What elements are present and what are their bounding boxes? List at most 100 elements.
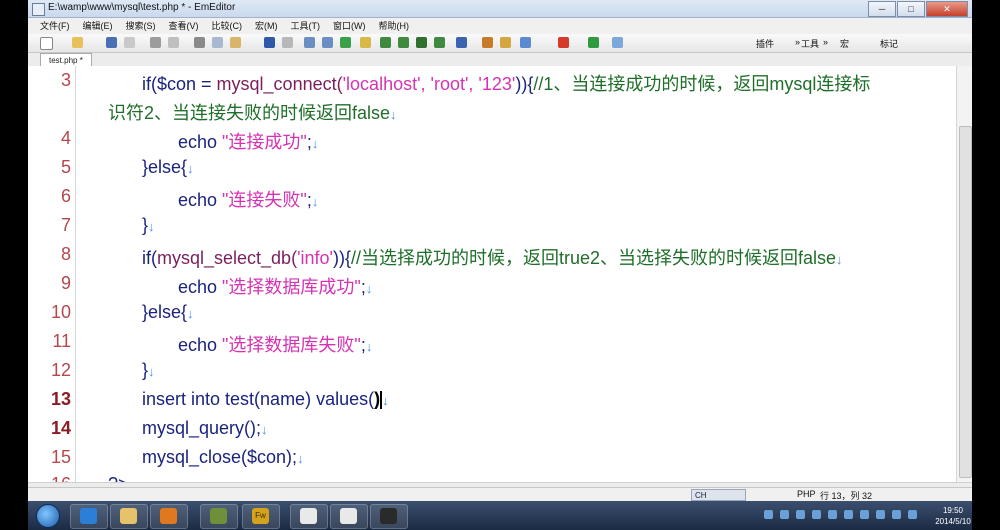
open-folder-icon[interactable] <box>72 37 83 48</box>
vertical-scrollbar[interactable] <box>956 66 972 482</box>
print-preview-icon[interactable] <box>168 37 179 48</box>
toolbar-tools[interactable]: 工具 <box>801 37 819 50</box>
code-line-16[interactable]: ?> <box>108 474 129 482</box>
save-all-icon[interactable] <box>124 37 135 48</box>
line-number: 7 <box>60 215 71 235</box>
code-line-15[interactable]: mysql_close($con);↓ <box>142 447 304 468</box>
code-line-6[interactable]: echo "连接失败";↓ <box>178 186 318 212</box>
view-mode-3-icon[interactable] <box>416 37 427 48</box>
app-icon[interactable] <box>32 3 45 16</box>
clock[interactable]: 19:50 2014/5/10 <box>933 505 973 527</box>
save-icon[interactable] <box>106 37 117 48</box>
view-mode-4-icon[interactable] <box>434 37 445 48</box>
code-line-12[interactable]: }↓ <box>142 360 155 381</box>
eol-mark: ↓ <box>261 422 268 437</box>
code-line-5[interactable]: }else{↓ <box>142 157 194 178</box>
menu-edit[interactable]: 编辑(E) <box>83 18 113 34</box>
code-line-10[interactable]: }else{↓ <box>142 302 194 323</box>
tray-icon[interactable] <box>796 510 805 519</box>
menu-compare[interactable]: 比较(C) <box>212 18 243 34</box>
line-number: 10 <box>50 302 71 322</box>
run-macro-icon[interactable] <box>588 37 599 48</box>
view-mode-2-icon[interactable] <box>398 37 409 48</box>
taskbar-media-player[interactable] <box>150 504 188 529</box>
highlight-icon[interactable] <box>360 37 371 48</box>
toolbar-overflow-tools[interactable]: » <box>823 37 828 47</box>
line-number: 11 <box>52 331 71 351</box>
line-number: 14 <box>50 418 71 438</box>
code-line-13[interactable]: insert into test(name) values() ↓ <box>142 389 389 410</box>
view-mode-1-icon[interactable] <box>380 37 391 48</box>
toolbar-bookmark[interactable]: 标记 <box>880 37 898 50</box>
redo-icon[interactable] <box>282 37 293 48</box>
taskbar-ie[interactable] <box>70 504 108 529</box>
find-next-icon[interactable] <box>322 37 333 48</box>
properties-icon[interactable] <box>500 37 511 48</box>
toolbar-plugins[interactable]: 插件 <box>756 37 774 50</box>
tray-icon[interactable] <box>892 510 901 519</box>
new-file-icon[interactable] <box>40 37 53 50</box>
code-line-7[interactable]: }↓ <box>142 215 155 236</box>
windows-taskbar: Fw 19:50 2014/5/10 <box>28 501 972 530</box>
maximize-button[interactable]: □ <box>897 1 925 17</box>
taskbar-fireworks[interactable]: Fw <box>242 504 280 529</box>
menu-help[interactable]: 帮助(H) <box>379 18 410 34</box>
menu-file[interactable]: 文件(F) <box>40 18 70 34</box>
code-line-3[interactable]: if($con = mysql_connect('localhost', 'ro… <box>142 70 870 96</box>
code-line-4[interactable]: echo "连接成功";↓ <box>178 128 318 154</box>
tray-icon[interactable] <box>828 510 837 519</box>
close-button[interactable]: ✕ <box>926 1 968 17</box>
folder-icon <box>120 508 137 524</box>
taskbar-explorer[interactable] <box>110 504 148 529</box>
minimize-button[interactable]: ─ <box>868 1 896 17</box>
menu-search[interactable]: 搜索(S) <box>126 18 156 34</box>
menu-view[interactable]: 查看(V) <box>169 18 199 34</box>
menu-bar: 文件(F) 编辑(E) 搜索(S) 查看(V) 比较(C) 宏(M) 工具(T)… <box>28 18 972 34</box>
status-mode[interactable]: PHP <box>797 489 816 499</box>
code-line-11[interactable]: echo "选择数据库失败";↓ <box>178 331 372 357</box>
macro-record-icon[interactable] <box>520 37 531 48</box>
find-icon[interactable] <box>304 37 315 48</box>
paste-icon[interactable] <box>230 37 241 48</box>
line-number: 15 <box>50 447 71 467</box>
title-bar[interactable]: E:\wamp\www\mysql\test.php * - EmEditor … <box>28 0 972 18</box>
tray-icon[interactable] <box>876 510 885 519</box>
network-icon[interactable] <box>844 510 853 519</box>
tray-icon[interactable] <box>780 510 789 519</box>
volume-icon[interactable] <box>860 510 869 519</box>
toolbar-overflow-plugins[interactable]: » <box>795 37 800 47</box>
taskbar-app-dark[interactable] <box>370 504 408 529</box>
eol-mark: ↓ <box>297 451 304 466</box>
code-line-9[interactable]: echo "选择数据库成功";↓ <box>178 273 372 299</box>
scrollbar-thumb[interactable] <box>959 126 972 478</box>
stop-icon[interactable] <box>558 37 569 48</box>
menu-window[interactable]: 窗口(W) <box>333 18 366 34</box>
copy-icon[interactable] <box>212 37 223 48</box>
undo-icon[interactable] <box>264 37 275 48</box>
code-line-8[interactable]: if(mysql_select_db('info')){//当选择成功的时候，返… <box>142 244 843 270</box>
menu-tools[interactable]: 工具(T) <box>291 18 321 34</box>
line-number: 8 <box>60 244 71 264</box>
code-editor[interactable]: 3 4 5 6 7 8 9 10 11 12 13 14 15 16 if($c… <box>28 66 956 482</box>
config-icon[interactable] <box>482 37 493 48</box>
cut-icon[interactable] <box>194 37 205 48</box>
tray-icon[interactable] <box>908 510 917 519</box>
print-icon[interactable] <box>150 37 161 48</box>
taskbar-editor-2[interactable] <box>330 504 368 529</box>
macro-settings-icon[interactable] <box>612 37 623 48</box>
taskbar-editor-1[interactable] <box>290 504 328 529</box>
tray-icon[interactable] <box>812 510 821 519</box>
eol-mark: ↓ <box>187 161 194 176</box>
tray-icon[interactable] <box>764 510 773 519</box>
tab-test-php[interactable]: test.php * <box>40 53 92 67</box>
code-line-3-wrap[interactable]: 识符2、当连接失败的时候返回false↓ <box>108 99 397 125</box>
start-button[interactable] <box>36 504 60 528</box>
code-line-14[interactable]: mysql_query();↓ <box>142 418 268 439</box>
taskbar-app-green[interactable] <box>200 504 238 529</box>
code-area[interactable]: if($con = mysql_connect('localhost', 'ro… <box>88 66 956 482</box>
toolbar-macro[interactable]: 宏 <box>840 37 849 50</box>
menu-macro[interactable]: 宏(M) <box>255 18 278 34</box>
replace-icon[interactable] <box>340 37 351 48</box>
window-list-icon[interactable] <box>456 37 467 48</box>
ime-indicator[interactable]: CH <box>691 489 746 501</box>
